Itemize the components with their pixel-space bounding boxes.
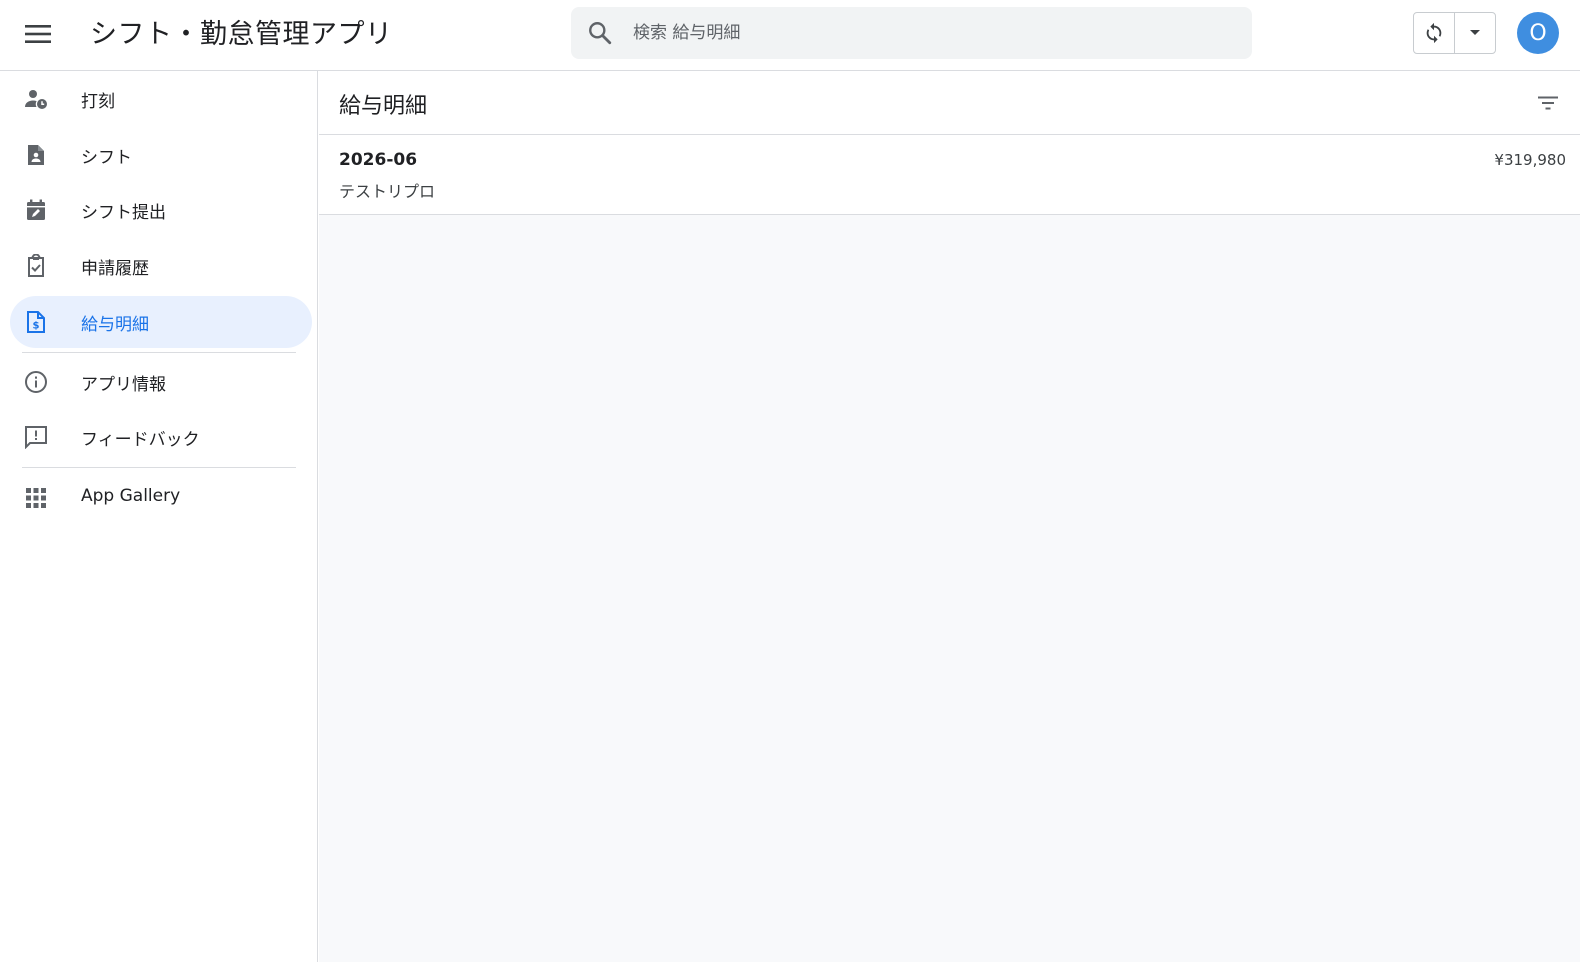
clipboard-check-icon — [28, 254, 44, 277]
payslip-period: 2026-06 — [339, 150, 418, 170]
dollar-document-icon: $ — [27, 311, 45, 333]
search-icon — [589, 22, 612, 45]
sidebar-item-shift-submit[interactable]: シフト提出 — [10, 184, 312, 236]
sidebar-item-payslip[interactable]: $ 給与明細 — [10, 296, 312, 348]
sidebar-item-label: 給与明細 — [81, 315, 149, 335]
payslip-row[interactable]: 2026-06 テストリプロ ¥319,980 — [319, 135, 1580, 215]
sidebar-item-label: App Gallery — [81, 486, 181, 506]
search-bar[interactable] — [571, 7, 1252, 59]
sidebar-item-feedback[interactable]: フィードバック — [10, 411, 312, 463]
calendar-edit-icon — [27, 199, 45, 220]
main-content: 給与明細 2026-06 テストリプロ ¥319,980 — [319, 71, 1580, 962]
sync-button-group — [1413, 12, 1496, 54]
sidebar-item-label: シフト — [81, 148, 132, 168]
page-title: 給与明細 — [339, 94, 428, 119]
hamburger-menu-icon — [25, 25, 51, 43]
sidebar-divider — [22, 352, 296, 353]
sidebar-item-label: 打刻 — [81, 92, 115, 112]
sidebar-item-label: 申請履歴 — [81, 259, 149, 279]
sidebar-item-request-history[interactable]: 申請履歴 — [10, 240, 312, 292]
payslip-employee-name: テストリプロ — [339, 182, 436, 201]
app-title: シフト・勤怠管理アプリ — [90, 19, 393, 50]
sidebar-item-shift[interactable]: シフト — [10, 129, 312, 181]
sync-icon — [1426, 22, 1442, 44]
filter-button[interactable] — [1534, 89, 1562, 117]
top-app-bar: シフト・勤怠管理アプリ O — [0, 0, 1580, 71]
sidebar-item-label: アプリ情報 — [81, 375, 166, 395]
view-header: 給与明細 — [319, 71, 1580, 135]
menu-button[interactable] — [18, 14, 58, 54]
sidebar-nav: 打刻 シフト シフト提出 申請履歴 $ 給与明細 アプリ情報 フィードバック A… — [0, 71, 318, 962]
info-icon — [25, 371, 47, 393]
filter-icon — [1538, 96, 1558, 110]
sidebar-divider — [22, 467, 296, 468]
sidebar-item-label: シフト提出 — [81, 203, 166, 223]
svg-text:$: $ — [33, 321, 40, 332]
caret-down-icon — [1469, 30, 1480, 35]
feedback-icon — [25, 426, 47, 449]
sidebar-item-app-gallery[interactable]: App Gallery — [10, 472, 312, 524]
payslip-amount: ¥319,980 — [1494, 151, 1566, 169]
app-root: シフト・勤怠管理アプリ O — [0, 0, 1580, 962]
sync-button[interactable] — [1414, 13, 1455, 53]
sidebar-item-clock-in[interactable]: 打刻 — [10, 73, 312, 125]
person-clock-icon — [25, 90, 47, 109]
badge-document-icon — [28, 145, 44, 165]
user-avatar[interactable]: O — [1517, 12, 1559, 54]
sync-options-dropdown[interactable] — [1455, 13, 1496, 53]
search-input[interactable] — [633, 17, 1233, 49]
apps-grid-icon — [26, 488, 46, 508]
sidebar-item-app-info[interactable]: アプリ情報 — [10, 356, 312, 408]
sidebar-item-label: フィードバック — [81, 430, 200, 450]
